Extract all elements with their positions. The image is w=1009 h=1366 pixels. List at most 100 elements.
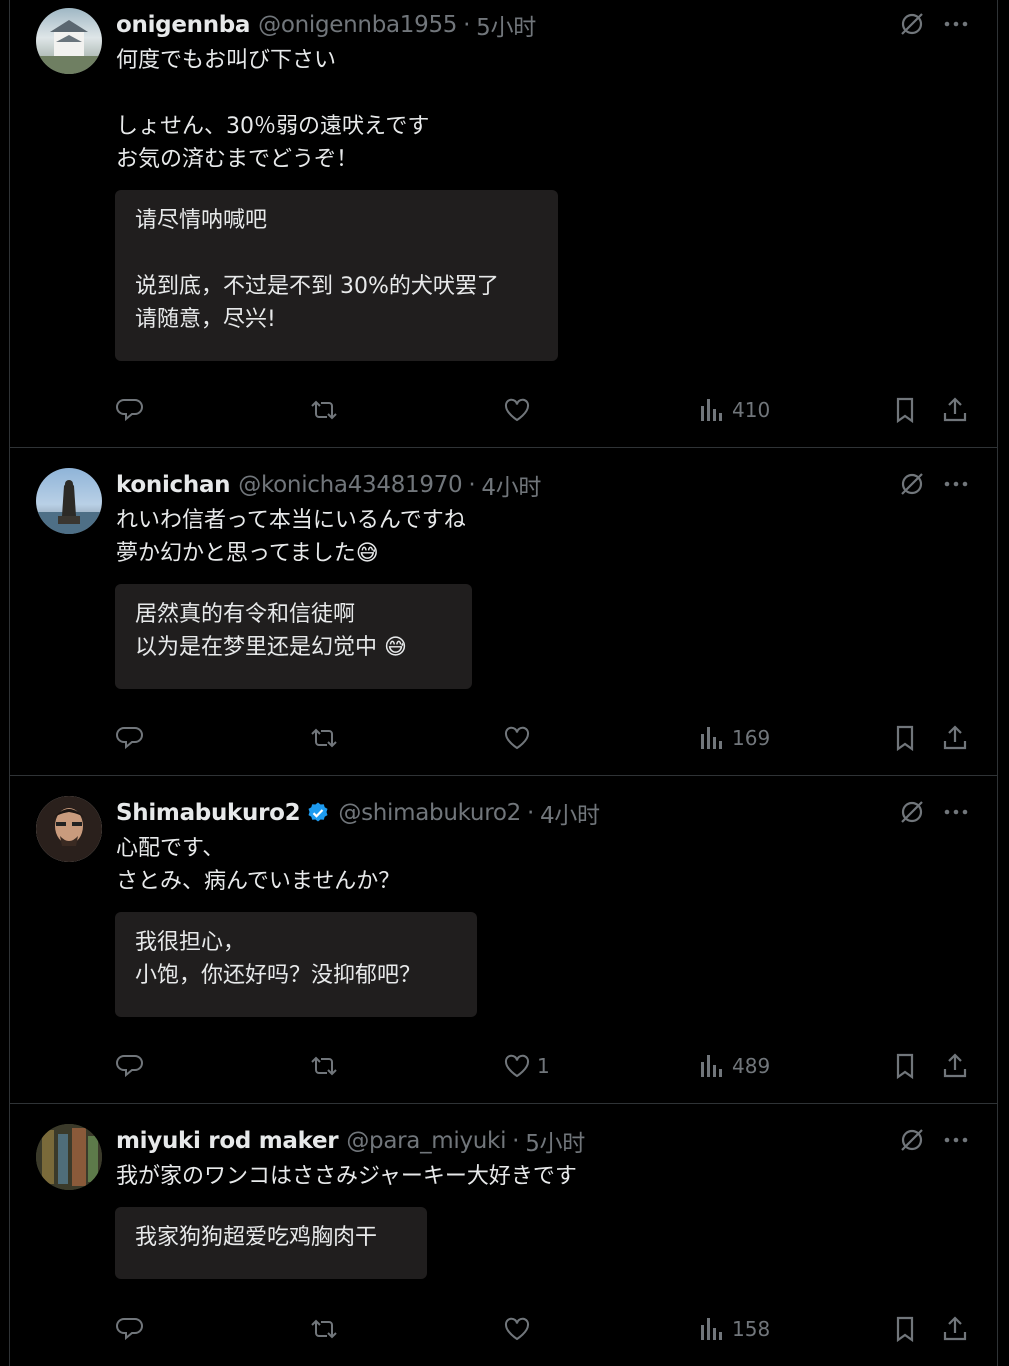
reply-icon — [116, 1055, 143, 1078]
separator-dot: · — [512, 1128, 520, 1154]
grok-icon[interactable] — [898, 470, 926, 498]
like-button[interactable] — [503, 1312, 537, 1346]
share-icon — [943, 397, 967, 422]
views-button[interactable]: 489 — [698, 1049, 770, 1083]
user-name[interactable]: miyuki rod maker — [116, 1128, 339, 1154]
share-button[interactable] — [941, 1312, 969, 1346]
tweet-text: 我が家のワンコはささみジャーキー大好きです — [116, 1164, 577, 1189]
separator-dot: · — [526, 800, 534, 826]
grok-icon[interactable] — [898, 1126, 926, 1154]
views-button[interactable]: 169 — [698, 721, 770, 755]
user-name[interactable]: Shimabukuro2 — [116, 800, 301, 826]
view-count: 410 — [732, 398, 771, 422]
more-icon[interactable] — [942, 798, 970, 826]
action-bar: 410 — [10, 393, 997, 427]
views-button[interactable]: 410 — [698, 393, 770, 427]
bookmark-icon — [896, 725, 914, 752]
reply-button[interactable] — [116, 721, 144, 755]
timestamp[interactable]: 5小时 — [476, 8, 536, 42]
timeline: onigennba @onigennba1955 · 5小时 何度でもお叫び下さ… — [0, 0, 1009, 1366]
tweet-text: 何度でもお叫び下さい しょせん、30％弱の遠吠えです お気の済むまでどうぞ！ — [116, 48, 430, 172]
translation-box: 我家狗狗超爱吃鸡胸肉干 — [115, 1207, 427, 1279]
retweet-icon — [311, 728, 337, 748]
avatar[interactable] — [36, 1124, 102, 1190]
like-count: 1 — [537, 1054, 550, 1078]
bookmark-button[interactable] — [891, 393, 919, 427]
reply-icon — [116, 727, 143, 750]
user-name[interactable]: onigennba — [116, 12, 250, 38]
tweet[interactable]: konichan @konicha43481970 · 4小时 れいわ信者って本… — [10, 448, 997, 776]
avatar[interactable] — [36, 8, 102, 74]
tweet[interactable]: Shimabukuro2 @shimabukuro2 · 4小时 心配です、 さ… — [10, 776, 997, 1104]
views-icon — [701, 727, 722, 749]
like-button[interactable] — [503, 721, 537, 755]
bookmark-button[interactable] — [891, 1312, 919, 1346]
separator-dot: · — [468, 472, 476, 498]
bookmark-button[interactable] — [891, 1049, 919, 1083]
share-button[interactable] — [941, 393, 969, 427]
view-count: 489 — [732, 1054, 771, 1078]
more-icon[interactable] — [942, 470, 970, 498]
share-icon — [943, 1316, 967, 1341]
views-icon — [701, 399, 722, 421]
retweet-icon — [311, 1319, 337, 1339]
retweet-button[interactable] — [310, 721, 338, 755]
bookmark-button[interactable] — [891, 721, 919, 755]
user-handle[interactable]: @onigennba1955 — [258, 12, 457, 38]
views-icon — [701, 1055, 722, 1077]
user-name[interactable]: konichan — [116, 472, 231, 498]
retweet-icon — [311, 1056, 337, 1076]
like-icon — [504, 398, 530, 422]
reply-icon — [116, 399, 143, 422]
bookmark-icon — [896, 397, 914, 424]
action-bar: 1 489 — [10, 1049, 997, 1083]
tweet[interactable]: miyuki rod maker @para_miyuki · 5小时 我が家の… — [10, 1104, 997, 1366]
avatar[interactable] — [36, 796, 102, 862]
translation-box: 我很担心， 小饱，你还好吗？没抑郁吧？ — [115, 912, 477, 1017]
more-icon[interactable] — [942, 10, 970, 38]
translation-box: 请尽情呐喊吧 说到底，不过是不到 30%的犬吠罢了 请随意，尽兴! — [115, 190, 558, 361]
more-icon[interactable] — [942, 1126, 970, 1154]
action-bar: 158 — [10, 1312, 997, 1346]
column-border-right — [997, 0, 998, 1366]
retweet-icon — [311, 400, 337, 420]
bookmark-icon — [896, 1053, 914, 1080]
user-handle[interactable]: @para_miyuki — [346, 1128, 506, 1154]
view-count: 169 — [732, 726, 771, 750]
share-icon — [943, 725, 967, 750]
grok-icon[interactable] — [898, 10, 926, 38]
timestamp[interactable]: 4小时 — [540, 796, 600, 830]
retweet-button[interactable] — [310, 1049, 338, 1083]
like-icon — [504, 1317, 530, 1341]
reply-button[interactable] — [116, 393, 144, 427]
tweet[interactable]: onigennba @onigennba1955 · 5小时 何度でもお叫び下さ… — [10, 0, 997, 448]
views-icon — [701, 1318, 722, 1340]
separator-dot: · — [463, 12, 471, 38]
reply-icon — [116, 1318, 143, 1341]
timestamp[interactable]: 5小时 — [525, 1124, 585, 1158]
user-handle[interactable]: @konicha43481970 — [238, 472, 462, 498]
like-icon — [504, 726, 530, 750]
like-button[interactable]: 1 — [503, 1049, 550, 1083]
like-button[interactable] — [503, 393, 537, 427]
reply-button[interactable] — [116, 1312, 144, 1346]
bookmark-icon — [896, 1316, 914, 1343]
verified-badge-icon — [308, 802, 328, 822]
share-icon — [943, 1053, 967, 1078]
tweet-text: 心配です、 さとみ、病んでいませんか？ — [116, 836, 401, 894]
like-icon — [504, 1054, 530, 1078]
views-button[interactable]: 158 — [698, 1312, 770, 1346]
retweet-button[interactable] — [310, 393, 338, 427]
action-bar: 169 — [10, 721, 997, 755]
translation-box: 居然真的有令和信徒啊 以为是在梦里还是幻觉中 😅 — [115, 584, 472, 689]
avatar[interactable] — [36, 468, 102, 534]
retweet-button[interactable] — [310, 1312, 338, 1346]
user-handle[interactable]: @shimabukuro2 — [338, 800, 521, 826]
grok-icon[interactable] — [898, 798, 926, 826]
reply-button[interactable] — [116, 1049, 144, 1083]
share-button[interactable] — [941, 1049, 969, 1083]
share-button[interactable] — [941, 721, 969, 755]
tweet-text: れいわ信者って本当にいるんですね 夢か幻かと思ってました😅 — [116, 508, 466, 566]
timestamp[interactable]: 4小时 — [481, 468, 541, 502]
view-count: 158 — [732, 1317, 771, 1341]
